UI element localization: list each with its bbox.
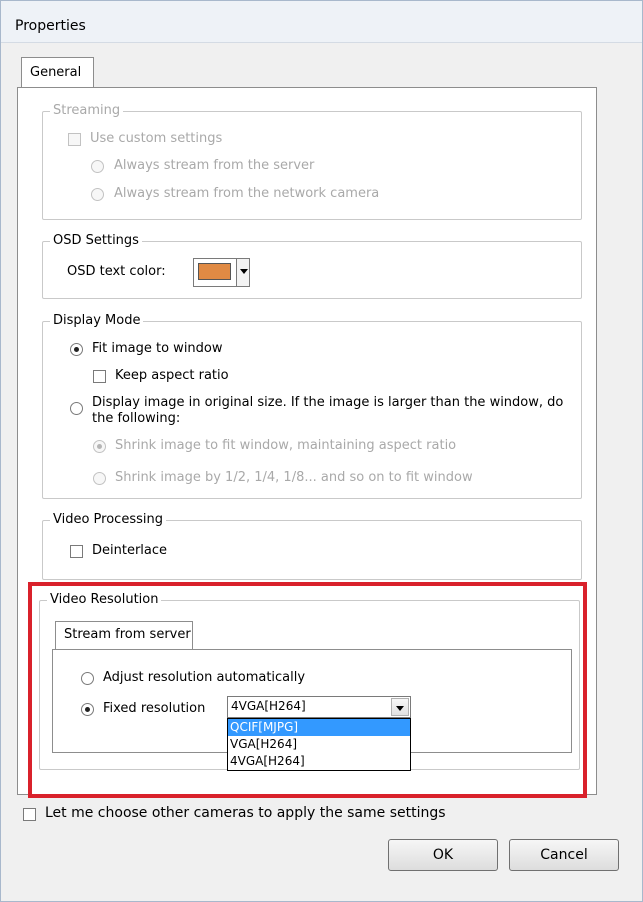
fit-window-radio[interactable] [70,343,83,356]
tab-general-label: General [30,65,82,80]
always-camera-radio[interactable] [91,188,104,201]
cancel-button[interactable]: Cancel [509,839,619,871]
title-bar: Properties [1,1,642,43]
color-dropdown-button[interactable] [236,259,249,286]
chevron-down-icon [240,269,248,274]
keep-aspect-label: Keep aspect ratio [115,368,229,383]
osd-text-color-label: OSD text color: [67,264,166,279]
osd-settings-group: OSD Settings OSD text color: [42,233,582,299]
apply-other-cameras-checkbox[interactable] [23,808,36,821]
original-size-label-line1: Display image in original size. If the i… [92,395,564,410]
streaming-group: Streaming Use custom settings Always str… [42,103,582,220]
color-swatch [198,263,231,280]
streaming-legend: Streaming [50,103,124,118]
display-mode-legend: Display Mode [50,313,144,328]
display-mode-group: Display Mode Fit image to window Keep as… [42,313,582,499]
original-size-radio[interactable] [70,402,83,415]
deinterlace-checkbox[interactable] [70,545,83,558]
video-processing-legend: Video Processing [50,512,166,527]
use-custom-settings-label: Use custom settings [90,131,223,146]
fit-window-label: Fit image to window [92,341,223,356]
osd-legend: OSD Settings [50,233,142,248]
shrink-half-radio[interactable] [93,472,106,485]
video-processing-group: Video Processing Deinterlace [42,512,582,580]
shrink-fit-radio[interactable] [93,440,106,453]
window-title: Properties [15,18,86,34]
properties-dialog: Properties General Streaming Use custom … [0,0,643,902]
shrink-fit-label: Shrink image to fit window, maintaining … [115,438,457,453]
always-server-radio[interactable] [91,160,104,173]
always-camera-label: Always stream from the network camera [114,186,380,201]
apply-other-cameras-label: Let me choose other cameras to apply the… [45,805,446,821]
osd-text-color-picker[interactable] [193,258,250,287]
shrink-half-label: Shrink image by 1/2, 1/4, 1/8... and so … [115,470,473,485]
keep-aspect-checkbox[interactable] [93,370,106,383]
ok-button[interactable]: OK [388,839,498,871]
use-custom-settings-checkbox[interactable] [68,133,81,146]
highlight-box [28,582,587,798]
tab-general[interactable]: General [21,57,94,88]
original-size-label-line2: the following: [92,411,181,426]
deinterlace-label: Deinterlace [92,543,168,558]
always-server-label: Always stream from the server [114,158,315,173]
